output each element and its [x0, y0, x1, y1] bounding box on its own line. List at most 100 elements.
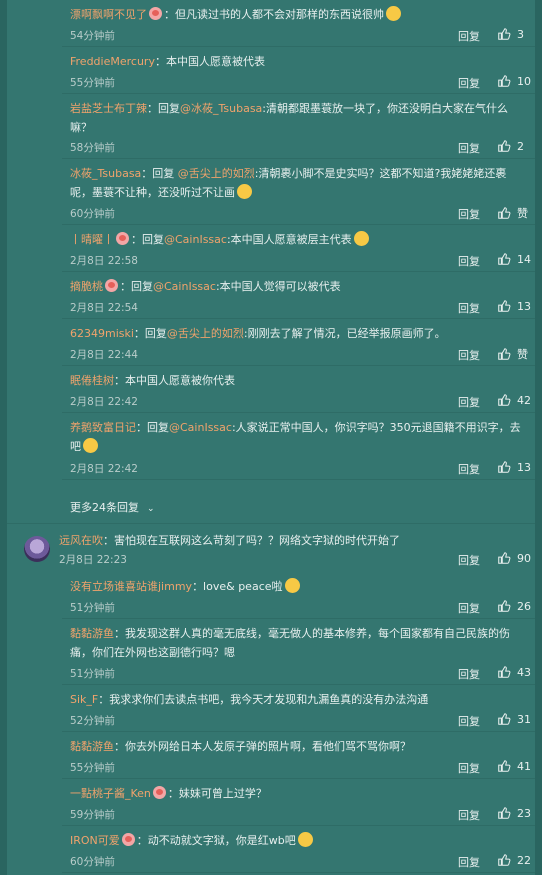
like-button[interactable]: 3	[497, 27, 524, 41]
like-button[interactable]: 41	[497, 759, 531, 773]
like-button[interactable]: 13	[497, 299, 531, 313]
like-button[interactable]: 13	[497, 460, 531, 474]
right-margin	[535, 0, 542, 875]
reply-time: 54分钟前	[70, 30, 115, 42]
reply-username[interactable]: 一點桃子酱_Ken	[70, 787, 151, 800]
reply-body: ：本中国人愿意被你代表	[114, 374, 235, 387]
reply-button[interactable]: 回复	[458, 713, 480, 729]
reply-username[interactable]: 黏黏游鱼	[70, 627, 114, 640]
like-button[interactable]: 22	[497, 853, 531, 867]
reply-item: 摘脆桃 ：回复@CainIssac:本中国人觉得可以被代表 2月8日 22:54 回复…	[62, 272, 535, 319]
fan-badge-icon	[116, 232, 129, 245]
like-button[interactable]: 42	[497, 393, 531, 407]
reply-username[interactable]: Sik_F	[70, 693, 98, 706]
reply-text: 摘脆桃 ：回复@CainIssac:本中国人觉得可以被代表	[70, 277, 527, 296]
reply-body: :本中国人愿意被层主代表	[226, 233, 352, 246]
thumbs-up-icon	[498, 207, 511, 219]
thumbs-up-icon	[498, 348, 511, 360]
like-button[interactable]: 43	[497, 665, 531, 679]
reply-button[interactable]: 回复	[458, 461, 480, 477]
mention-link[interactable]: @CainIssac	[169, 421, 232, 434]
like-button[interactable]: 14	[497, 252, 531, 266]
reply-button[interactable]: 回复	[458, 75, 480, 91]
reply-item: 62349miski：回复@舌尖上的如烈:刚刚去了解了情况，已经举报原画师了。 2…	[62, 319, 535, 366]
reply-username[interactable]: 摘脆桃	[70, 280, 103, 293]
like-button[interactable]: 31	[497, 712, 531, 726]
like-count: 43	[517, 665, 531, 679]
reply-text: FreddieMercury：本中国人愿意被代表	[70, 52, 527, 71]
reply-button[interactable]: 回复	[458, 300, 480, 316]
reply-button[interactable]: 回复	[458, 206, 480, 222]
reply-text: 眠倦桂树：本中国人愿意被你代表	[70, 371, 527, 390]
avatar[interactable]	[24, 536, 50, 562]
reply-username[interactable]: 眠倦桂树	[70, 374, 114, 387]
thumbs-up-icon	[498, 253, 511, 265]
main-comment-like-count: 90	[517, 551, 531, 565]
reply-text: 漂啊飘啊不见了 ：但凡读过书的人都不会对那样的东西说很帅	[70, 5, 527, 24]
reply-button[interactable]: 回复	[458, 253, 480, 269]
reply-username[interactable]: 岩盐芝士布丁辣	[70, 102, 147, 115]
like-count: 23	[517, 806, 531, 820]
reply-username[interactable]: 黏黏游鱼	[70, 740, 114, 753]
reply-text: 没有立场谁喜站谁jimmy：love& peace啦	[70, 577, 527, 596]
reply-time: 60分钟前	[70, 856, 115, 868]
reply-text: 黏黏游鱼：你去外网给日本人发原子弹的照片啊，看他们骂不骂你啊？	[70, 737, 527, 756]
reply-button[interactable]: 回复	[458, 854, 480, 870]
reply-button[interactable]: 回复	[458, 394, 480, 410]
reply-username[interactable]: 没有立场谁喜站谁jimmy	[70, 580, 192, 593]
reply-text: 62349miski：回复@舌尖上的如烈:刚刚去了解了情况，已经举报原画师了。	[70, 324, 527, 343]
more-replies-button[interactable]: 更多24条回复 ⌄	[70, 499, 155, 515]
reply-text: 岩盐芝士布丁辣：回复@冰莜_Tsubasa:清朝都跟墨蓑放一块了，你还没明白大家…	[70, 99, 527, 137]
thumbs-up-icon	[498, 666, 511, 678]
fan-badge-icon	[121, 833, 135, 846]
reply-button[interactable]: 回复	[458, 140, 480, 156]
main-comment-user[interactable]: 远风在吹	[59, 534, 103, 547]
reply-time: 2月8日 22:58	[70, 255, 138, 267]
thumbs-up-icon	[498, 600, 511, 612]
reply-username[interactable]: FreddieMercury	[70, 55, 155, 68]
sub-reply-list: 没有立场谁喜站谁jimmy：love& peace啦 51分钟前 回复 26 黏黏游鱼：…	[62, 572, 535, 873]
reply-username[interactable]: 养鹅致富日记	[70, 421, 136, 434]
reply-button[interactable]: 回复	[458, 600, 480, 616]
reply-prefix: ：回复	[141, 167, 178, 180]
main-comment-body: ：害怕现在互联网这么苛刻了吗？？网络文字狱的时代开始了	[103, 534, 400, 547]
reply-username[interactable]: 漂啊飘啊不见了	[70, 8, 147, 21]
fan-badge-icon	[105, 279, 118, 292]
like-button[interactable]: 26	[497, 599, 531, 613]
like-button[interactable]: 赞	[497, 346, 528, 362]
mention-link[interactable]: @冰莜_Tsubasa	[180, 102, 262, 115]
reply-button[interactable]: 回复	[458, 347, 480, 363]
reply-username[interactable]: IRON可爱	[70, 834, 120, 847]
reply-item: 黏黏游鱼：我发现这群人真的毫无底线，毫无做人的基本修养，每个国家都有自己民族的伤…	[62, 619, 535, 685]
reply-time: 51分钟前	[70, 602, 115, 614]
like-button[interactable]: 赞	[497, 205, 528, 221]
reply-list: 漂啊飘啊不见了 ：但凡读过书的人都不会对那样的东西说很帅 54分钟前 回复 3 Fredd…	[62, 0, 535, 480]
like-count: 13	[517, 299, 531, 313]
mention-link[interactable]: @舌尖上的如烈	[178, 167, 255, 180]
like-count: 3	[517, 27, 524, 41]
reply-username[interactable]: 冰莜_Tsubasa	[70, 167, 141, 180]
mention-link[interactable]: @舌尖上的如烈	[167, 327, 244, 340]
reply-button[interactable]: 回复	[458, 28, 480, 44]
thumbs-up-icon	[498, 461, 511, 473]
mention-link[interactable]: @CainIssac	[164, 233, 227, 246]
reply-time: 55分钟前	[70, 77, 115, 89]
reply-prefix: ：回复	[136, 421, 169, 434]
main-comment-text: 远风在吹：害怕现在互联网这么苛刻了吗？？网络文字狱的时代开始了	[59, 531, 519, 550]
like-count: 42	[517, 393, 531, 407]
reply-button[interactable]: 回复	[458, 807, 480, 823]
like-button[interactable]: 2	[497, 139, 524, 153]
reply-time: 55分钟前	[70, 762, 115, 774]
like-button[interactable]: 23	[497, 806, 531, 820]
reply-button[interactable]: 回复	[458, 760, 480, 776]
reply-username[interactable]: 丨晴曜丨	[70, 233, 114, 246]
reply-button[interactable]: 回复	[458, 666, 480, 682]
reply-text: Sik_F：我求求你们去读点书吧，我今天才发现和九漏鱼真的没有办法沟通	[70, 690, 527, 709]
mention-link[interactable]: @CainIssac	[153, 280, 216, 293]
main-comment-like-button[interactable]: 90	[497, 551, 531, 565]
main-comment-reply-button[interactable]: 回复	[458, 552, 480, 568]
like-button[interactable]: 10	[497, 74, 531, 88]
reply-username[interactable]: 62349miski	[70, 327, 134, 340]
fan-badge-icon	[149, 7, 162, 20]
reply-time: 59分钟前	[70, 809, 115, 821]
